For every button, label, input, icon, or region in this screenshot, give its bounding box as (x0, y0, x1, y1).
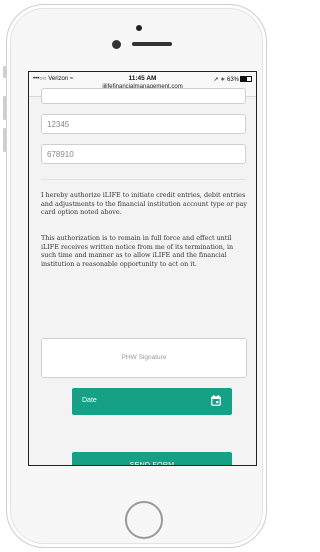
field-2-input[interactable]: 678910 (41, 144, 246, 164)
speaker-grille (132, 42, 172, 46)
signature-placeholder: PHW Signature (121, 354, 167, 361)
date-picker-button[interactable]: Date (72, 388, 232, 415)
volume-up-button (3, 96, 6, 120)
location-icon: ➚ (213, 77, 219, 83)
front-camera (112, 40, 121, 49)
page-content: 12345 678910 I hereby authorize iLIFE to… (29, 88, 256, 465)
battery-percent: 63% (226, 77, 239, 83)
date-label: Date (82, 397, 97, 404)
signature-field[interactable]: PHW Signature (41, 338, 247, 378)
mute-switch (3, 66, 6, 78)
battery-icon (240, 76, 252, 83)
authorization-duration-text: This authorization is to remain in full … (41, 234, 234, 268)
volume-down-button (3, 128, 6, 152)
phone-frame: •••○○ Verizon ≈ 11:45 AM iilifefinancial… (6, 4, 267, 548)
bluetooth-icon: ∗ (220, 77, 226, 83)
calendar-icon (211, 395, 221, 406)
send-form-button[interactable]: SEND FORM (72, 452, 232, 465)
divider (41, 179, 246, 180)
camera-dot (136, 25, 142, 31)
previous-field[interactable] (41, 88, 246, 104)
home-button[interactable] (125, 501, 163, 539)
status-right: ➚ ∗ 63% (214, 76, 252, 83)
field-1-input[interactable]: 12345 (41, 114, 246, 134)
phone-screen: •••○○ Verizon ≈ 11:45 AM iilifefinancial… (28, 71, 257, 466)
authorization-text: I hereby authorize iLIFE to initiate cre… (41, 191, 248, 216)
